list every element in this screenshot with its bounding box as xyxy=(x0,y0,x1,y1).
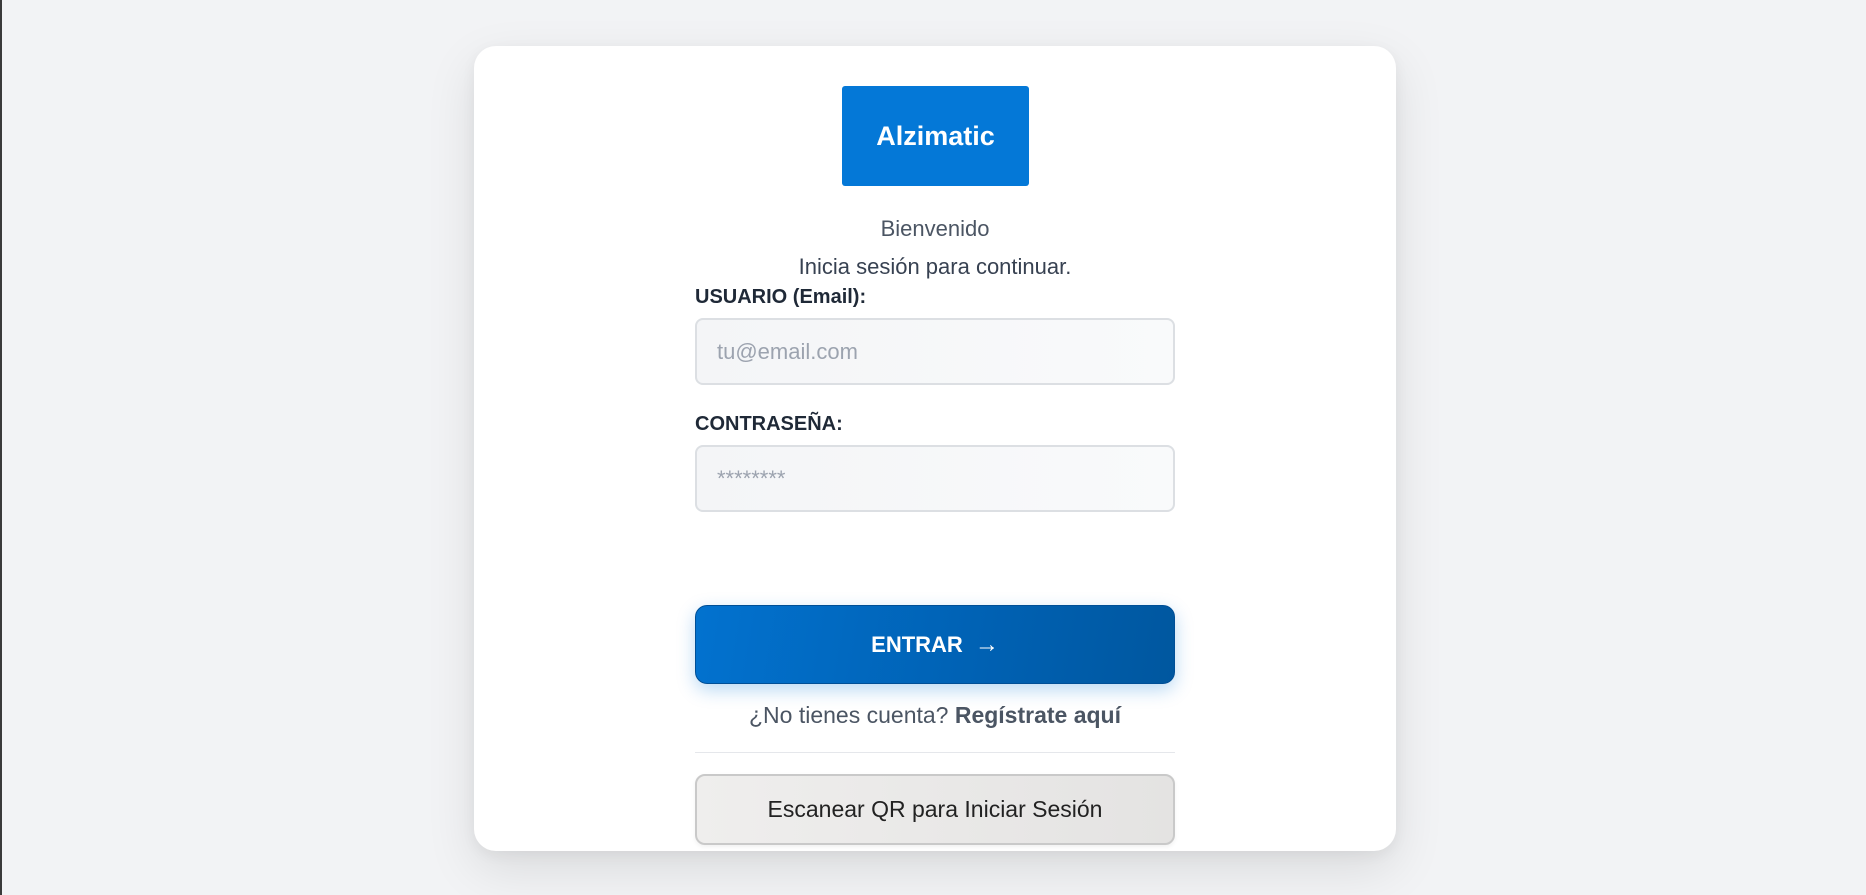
login-subtitle: Inicia sesión para continuar. xyxy=(798,254,1072,279)
password-label: CONTRASEÑA: xyxy=(695,413,843,435)
brand-logo: Alzimatic xyxy=(842,86,1029,186)
login-button-label: ENTRAR xyxy=(871,631,963,657)
divider xyxy=(695,752,1175,753)
page: Alzimatic Bienvenido Inicia sesión para … xyxy=(0,0,1866,895)
email-field[interactable] xyxy=(695,318,1175,385)
login-button[interactable]: ENTRAR → xyxy=(695,605,1175,684)
qr-login-button-label: Escanear QR para Iniciar Sesión xyxy=(767,796,1103,822)
signup-prompt: ¿No tienes cuenta? Regístrate aquí xyxy=(695,702,1175,729)
signup-prompt-text: ¿No tienes cuenta? xyxy=(749,702,949,728)
signup-link[interactable]: Regístrate aquí xyxy=(955,702,1121,728)
password-field[interactable] xyxy=(695,445,1175,512)
email-label: USUARIO (Email): xyxy=(695,286,867,308)
qr-login-button[interactable]: Escanear QR para Iniciar Sesión xyxy=(695,774,1175,845)
arrow-right-icon: → xyxy=(974,630,999,658)
welcome-heading: Bienvenido xyxy=(880,216,990,241)
brand-logo-text: Alzimatic xyxy=(876,120,995,151)
login-card: Alzimatic Bienvenido Inicia sesión para … xyxy=(474,46,1396,851)
